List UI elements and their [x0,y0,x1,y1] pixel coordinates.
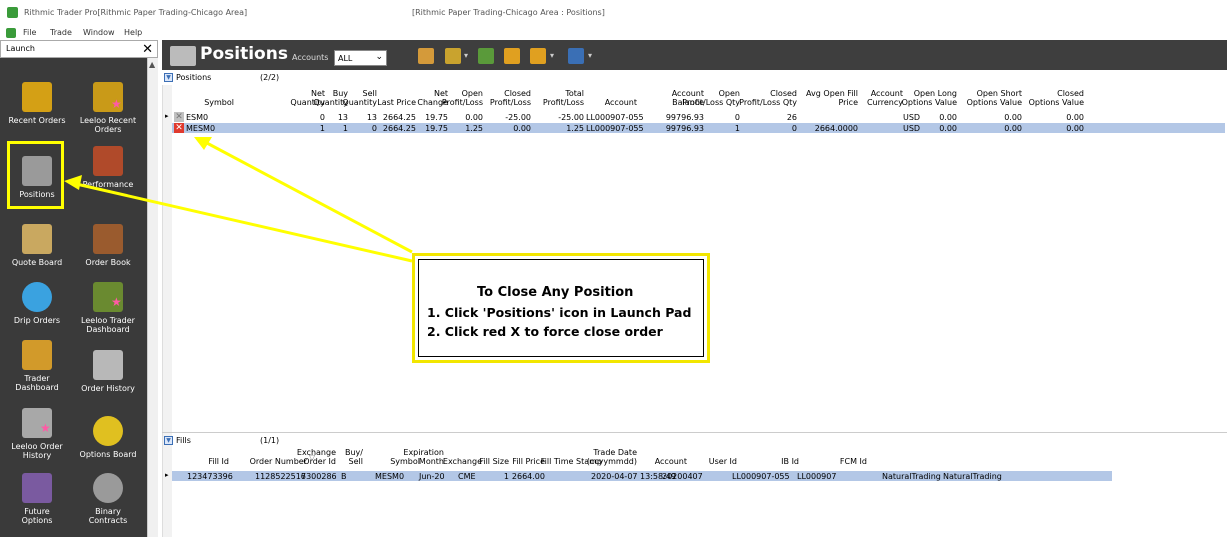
callout-step-2: 2. Click red X to force close order [427,324,663,339]
arrow-head-positions [64,175,82,190]
callout-step-1: 1. Click 'Positions' icon in Launch Pad [427,305,692,320]
callout-title: To Close Any Position [477,285,634,300]
callout-border: To Close Any Position 1. Click 'Position… [418,259,704,357]
arrow-to-red-x [204,140,413,254]
instruction-callout: To Close Any Position 1. Click 'Position… [412,253,710,363]
arrow-to-positions [71,181,413,263]
app-window: Rithmic Trader Pro[Rithmic Paper Trading… [0,0,1227,537]
